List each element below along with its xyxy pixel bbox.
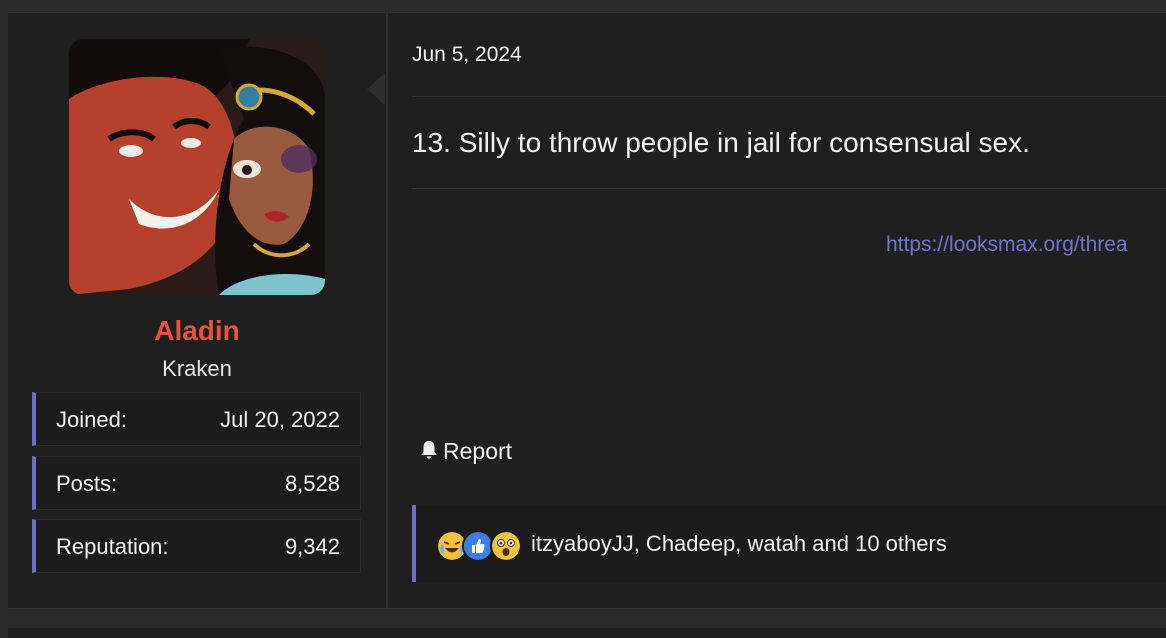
shocked-emoji-icon [490,530,522,562]
avatar[interactable] [69,39,325,295]
user-title: Kraken [162,356,232,381]
stat-label: Reputation: [56,534,169,559]
report-button[interactable]: Report [418,438,512,465]
post-link[interactable]: https://looksmax.org/threa [886,233,1128,257]
post-main: Jun 5, 2024 13. Silly to throw people in… [388,13,1166,608]
stat-value: 8,528 [284,471,340,496]
stat-joined: Joined: Jul 20, 2022 [32,392,361,446]
reaction-users[interactable]: itzyaboyJJ, Chadeep, watah and 10 others [531,531,947,557]
reactions-bar[interactable]: itzyaboyJJ, Chadeep, watah and 10 others [412,505,1166,582]
username[interactable]: Aladin [8,315,386,347]
divider [412,188,1166,189]
divider [412,96,1166,97]
user-info-panel: Aladin Kraken Joined: Jul 20, 2022 Posts… [8,13,388,608]
reaction-icons[interactable] [436,530,532,562]
post-container: Aladin Kraken Joined: Jul 20, 2022 Posts… [8,12,1166,609]
stat-value: 9,342 [284,534,340,559]
post-content: 13. Silly to throw people in jail for co… [412,127,1030,158]
bell-icon [421,440,437,459]
post-date[interactable]: Jun 5, 2024 [412,43,522,67]
avatar-image [69,39,325,295]
stat-reputation: Reputation: 9,342 [32,519,361,573]
report-label: Report [443,438,513,464]
stat-value: Jul 20, 2022 [220,407,340,432]
post-pointer-arrow [367,73,385,105]
stat-label: Posts: [56,471,118,496]
stat-label: Joined: [56,407,127,432]
stat-posts: Posts: 8,528 [32,456,361,510]
next-post-edge [8,628,1166,638]
